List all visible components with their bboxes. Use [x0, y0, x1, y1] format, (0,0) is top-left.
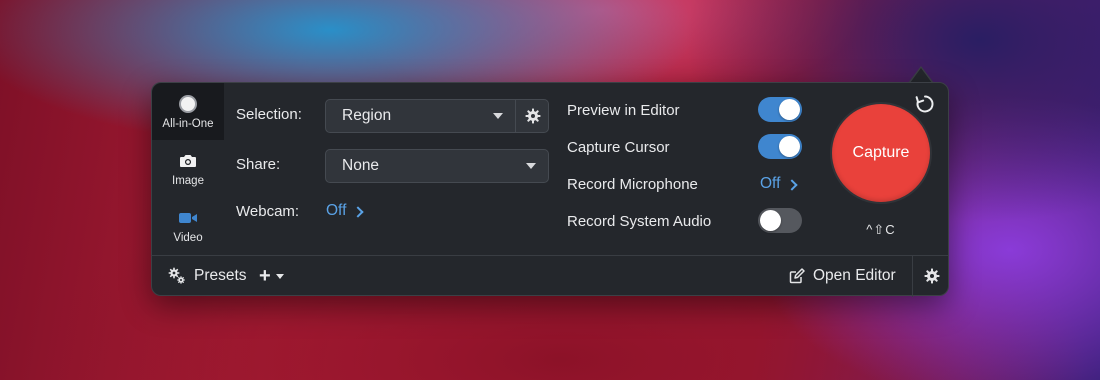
chevron-down-icon: [493, 113, 503, 119]
capture-panel: All-in-One Image Video Selection: Region…: [151, 82, 949, 297]
webcam-toggle-link[interactable]: Off: [326, 202, 365, 220]
share-dropdown[interactable]: None: [325, 149, 549, 183]
gear-icon: [525, 108, 540, 124]
preview-in-editor-label: Preview in Editor: [567, 102, 680, 119]
video-camera-icon: [179, 213, 197, 223]
chevron-right-icon: [786, 178, 799, 191]
footer-separator: [912, 255, 913, 297]
capture-shortcut: ^⇧C: [866, 222, 896, 237]
webcam-value: Off: [326, 202, 347, 219]
selection-settings-button[interactable]: [515, 99, 549, 133]
presets-gears-icon: [168, 267, 185, 284]
share-label: Share:: [236, 156, 281, 173]
open-editor-button[interactable]: Open Editor: [789, 255, 896, 297]
mode-image-label: Image: [172, 175, 204, 187]
share-value: None: [342, 157, 380, 174]
open-editor-label: Open Editor: [813, 267, 896, 284]
add-preset-button[interactable]: +: [259, 255, 284, 297]
selection-label: Selection:: [236, 106, 302, 123]
mode-video[interactable]: Video: [152, 197, 224, 254]
mode-image[interactable]: Image: [152, 140, 224, 197]
mode-all-in-one[interactable]: All-in-One: [152, 83, 224, 140]
presets-label: Presets: [194, 267, 247, 284]
record-circle-icon: [179, 95, 197, 113]
record-microphone-value: Off: [760, 175, 781, 192]
gear-icon: [924, 268, 940, 284]
selection-value: Region: [342, 107, 392, 124]
record-system-audio-toggle[interactable]: [758, 208, 802, 233]
chevron-down-icon: [526, 163, 536, 169]
record-microphone-link[interactable]: Off: [760, 175, 799, 193]
preferences-button[interactable]: [924, 255, 940, 297]
presets-button[interactable]: Presets: [168, 255, 247, 297]
capture-button[interactable]: Capture: [832, 104, 930, 202]
chevron-right-icon: [352, 205, 365, 218]
capture-label: Capture: [852, 144, 910, 161]
preview-in-editor-toggle[interactable]: [758, 97, 802, 122]
popover-arrow: [910, 68, 932, 83]
record-microphone-label: Record Microphone: [567, 176, 698, 193]
reset-icon: [915, 95, 934, 113]
camera-icon: [180, 155, 196, 167]
mode-all-in-one-label: All-in-One: [162, 118, 214, 130]
capture-cursor-toggle[interactable]: [758, 134, 802, 159]
capture-cursor-label: Capture Cursor: [567, 139, 670, 156]
chevron-down-icon: [275, 273, 284, 279]
edit-icon: [789, 268, 805, 284]
mode-video-label: Video: [173, 232, 203, 244]
mode-sidebar: All-in-One Image Video: [152, 83, 224, 255]
plus-icon: +: [259, 264, 271, 287]
webcam-label: Webcam:: [236, 203, 300, 220]
reset-button[interactable]: [912, 91, 938, 117]
record-system-audio-label: Record System Audio: [567, 213, 712, 230]
